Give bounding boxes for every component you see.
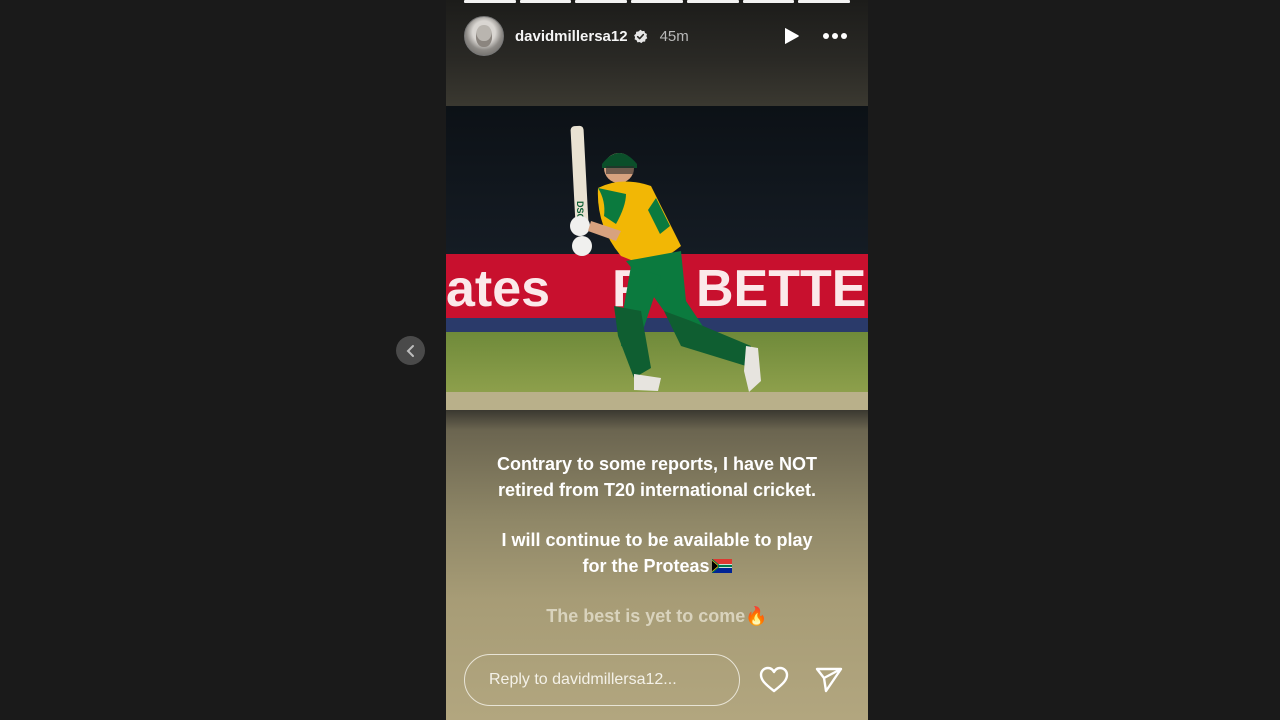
caption-line: The best is yet to come🔥 — [446, 604, 868, 630]
caption-line: retired from T20 international cricket. — [497, 479, 817, 500]
story-caption: Contrary to some reports, I have NOT ret… — [446, 452, 868, 630]
send-icon — [815, 667, 843, 693]
banner-text-right: BETTER — [696, 260, 868, 318]
more-options-button[interactable] — [822, 32, 848, 40]
progress-segment — [464, 0, 516, 3]
south-africa-flag-icon — [711, 558, 732, 573]
reply-input[interactable] — [464, 654, 740, 706]
story-photo: ates F BETTER DSC — [446, 106, 868, 410]
story-header: davidmillersa12 45m — [464, 16, 848, 56]
play-button[interactable] — [782, 27, 800, 45]
progress-segment — [742, 0, 795, 3]
caption-line: for the Proteas — [446, 554, 868, 580]
progress-segment — [519, 0, 572, 3]
post-time: 45m — [659, 27, 689, 45]
fire-icon: 🔥 — [745, 606, 768, 626]
reply-bar — [464, 654, 848, 706]
banner-text-left: ates — [446, 260, 550, 318]
caption-proteas-text: for the Proteas — [582, 555, 710, 576]
share-button[interactable] — [815, 666, 843, 694]
play-icon — [785, 28, 799, 44]
avatar[interactable] — [464, 16, 504, 56]
cricket-player-image: ates F BETTER DSC — [446, 106, 868, 410]
chevron-left-icon — [406, 344, 414, 357]
progress-segment — [575, 0, 628, 3]
story-progress-bar — [464, 0, 851, 3]
heart-icon — [759, 666, 789, 693]
previous-story-button[interactable] — [396, 336, 425, 365]
caption-best-text: The best is yet to come — [546, 606, 746, 626]
progress-segment — [798, 0, 851, 3]
caption-line: I will continue to be available to play — [501, 530, 813, 550]
verified-badge-icon — [633, 29, 647, 43]
progress-segment — [631, 0, 683, 3]
progress-segment — [686, 0, 739, 3]
like-button[interactable] — [759, 666, 789, 694]
story-viewer: davidmillersa12 45m ates F BETTER — [446, 0, 868, 720]
more-options-icon — [823, 33, 847, 39]
caption-line: Contrary to some reports, I have NOT — [496, 454, 818, 474]
username[interactable]: davidmillersa12 — [515, 28, 628, 45]
